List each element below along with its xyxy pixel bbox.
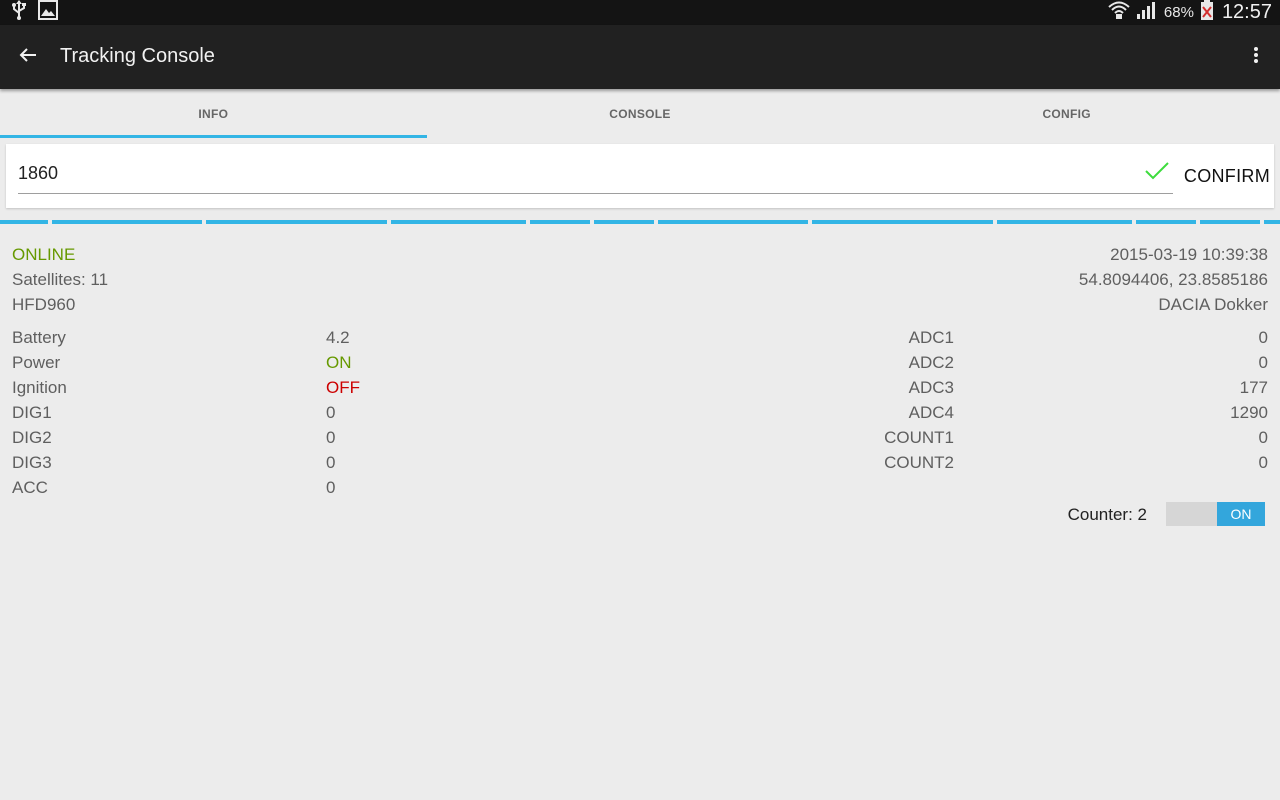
tab-console[interactable]: CONSOLE: [427, 89, 854, 138]
field-label-adc1: ADC1: [908, 328, 954, 347]
field-value-adc2: 0: [1258, 353, 1268, 372]
progress-dash: [0, 220, 48, 224]
confirm-button[interactable]: CONFIRM: [1184, 166, 1270, 187]
tab-bar: INFO CONSOLE CONFIG: [0, 89, 1280, 138]
device-id-input[interactable]: [18, 154, 1173, 194]
tab-config[interactable]: CONFIG: [853, 89, 1280, 138]
online-status: ONLINE: [12, 245, 76, 264]
field-value-adc3: 177: [1239, 378, 1268, 397]
field-label-power: Power: [12, 353, 61, 372]
status-bar-clock: 12:57: [1221, 1, 1272, 23]
status-bar-system: 68% 12:57: [1108, 0, 1272, 25]
usb-icon: [10, 0, 28, 25]
battery-icon: [1200, 0, 1214, 26]
field-label-count1: COUNT1: [884, 428, 954, 447]
field-label-dig2: DIG2: [12, 428, 52, 447]
signal-icon: [1136, 0, 1158, 25]
counter-label: Counter: 2: [1067, 505, 1147, 524]
field-label-acc: ACC: [12, 478, 48, 497]
check-icon[interactable]: [1144, 160, 1170, 187]
vehicle-model: DACIA Dokker: [1158, 295, 1268, 314]
status-bar: 68% 12:57: [0, 0, 1280, 25]
field-label-count2: COUNT2: [884, 453, 954, 472]
progress-dash: [1264, 220, 1280, 224]
field-label-dig1: DIG1: [12, 403, 52, 422]
field-value-power: ON: [326, 353, 352, 372]
progress-dash: [52, 220, 202, 224]
progress-dash: [1136, 220, 1196, 224]
progress-dash: [594, 220, 654, 224]
field-label-adc2: ADC2: [908, 353, 954, 372]
field-value-dig1: 0: [326, 403, 336, 422]
progress-dash: [658, 220, 808, 224]
page-title: Tracking Console: [60, 45, 215, 67]
action-bar: Tracking Console: [0, 25, 1280, 89]
counter-toggle[interactable]: ON: [1166, 502, 1265, 526]
field-value-ignition: OFF: [326, 378, 360, 397]
field-value-count1: 0: [1258, 428, 1268, 447]
field-label-dig3: DIG3: [12, 453, 52, 472]
field-label-ignition: Ignition: [12, 378, 67, 397]
satellites-count: Satellites: 11: [12, 270, 109, 289]
progress-dash: [391, 220, 526, 224]
field-value-adc4: 1290: [1230, 403, 1268, 422]
field-value-dig3: 0: [326, 453, 336, 472]
toggle-on-label: ON: [1217, 502, 1265, 526]
progress-dash: [997, 220, 1132, 224]
field-label-adc3: ADC3: [908, 378, 954, 397]
status-bar-notifications: [10, 0, 58, 25]
field-value-count2: 0: [1258, 453, 1268, 472]
battery-percent: 68%: [1163, 4, 1194, 21]
progress-dash: [206, 220, 387, 224]
progress-dash: [1200, 220, 1260, 224]
progress-dash: [812, 220, 993, 224]
field-label-battery: Battery: [12, 328, 66, 347]
field-value-acc: 0: [326, 478, 336, 497]
field-value-dig2: 0: [326, 428, 336, 447]
device-input-card: CONFIRM: [6, 144, 1274, 208]
tab-info[interactable]: INFO: [0, 89, 427, 138]
progress-dashes: [0, 220, 1280, 224]
progress-dash: [530, 220, 590, 224]
gps-coordinates: 54.8094406, 23.8585186: [1078, 270, 1268, 289]
wifi-icon: [1108, 0, 1130, 25]
field-value-adc1: 0: [1258, 328, 1268, 347]
image-icon: [38, 0, 58, 25]
arrow-back-icon: [19, 47, 37, 68]
overflow-menu-button[interactable]: [1242, 41, 1270, 73]
vehicle-plate: HFD960: [12, 295, 76, 314]
last-update-datetime: 2015-03-19 10:39:38: [1110, 245, 1268, 264]
field-value-battery: 4.2: [326, 328, 350, 347]
field-label-adc4: ADC4: [908, 403, 954, 422]
more-vert-icon: [1253, 46, 1259, 69]
back-button[interactable]: [12, 41, 44, 73]
